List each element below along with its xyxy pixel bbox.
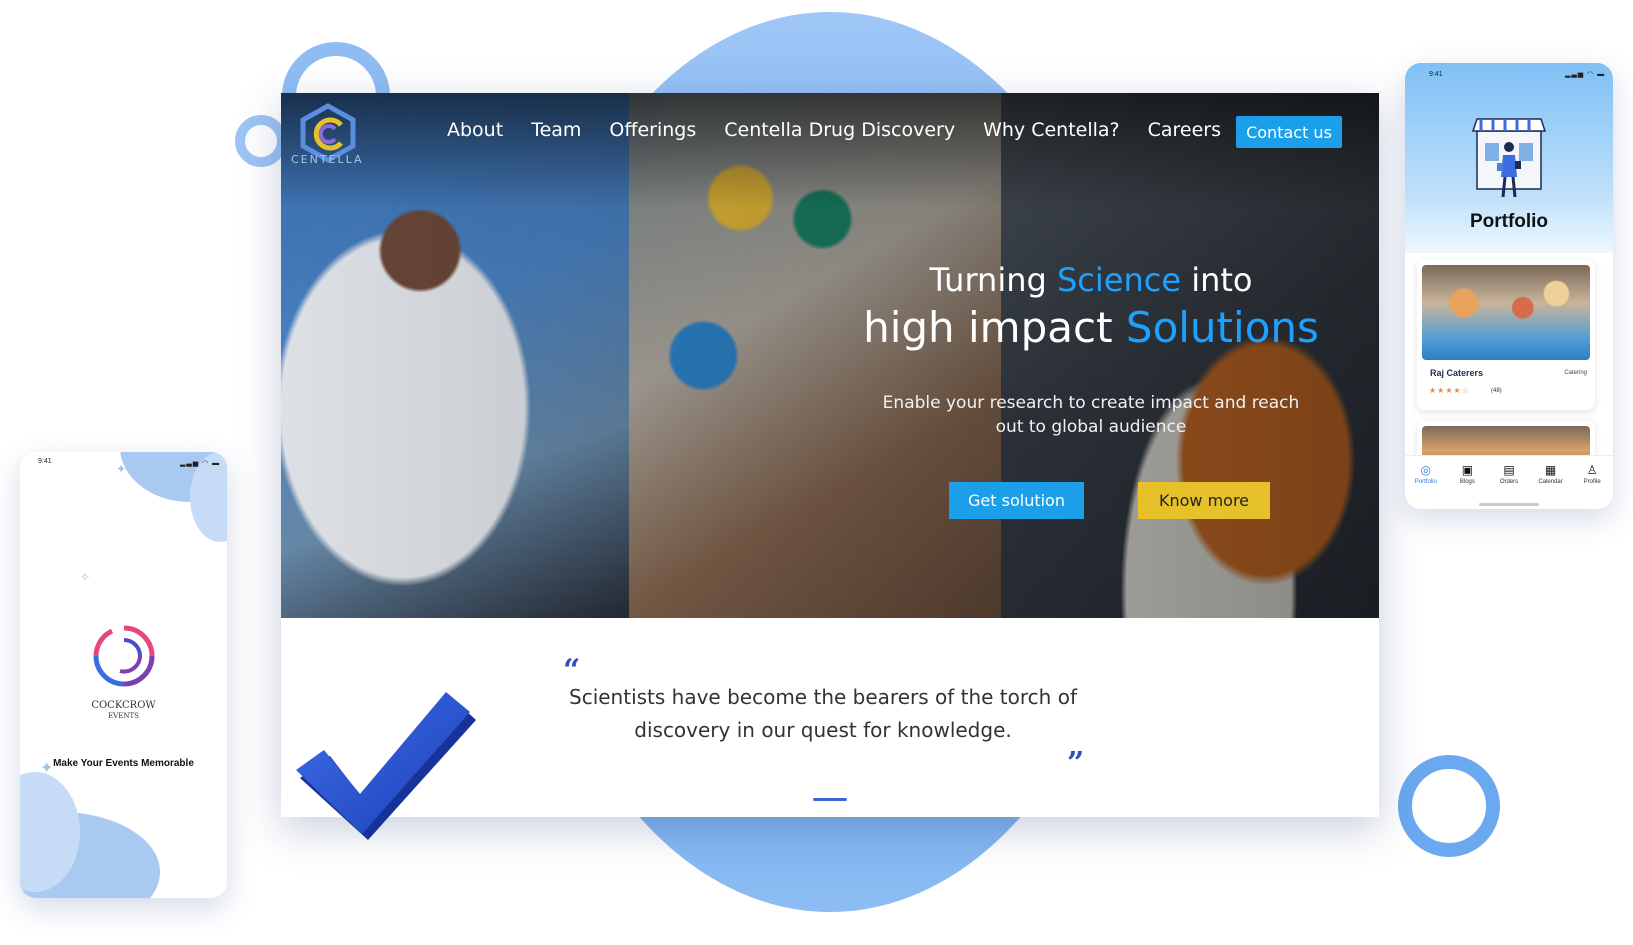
headline-line-1: Turning Science into xyxy=(841,261,1341,299)
brand-name: COCKCROW xyxy=(91,700,156,711)
nav-drug-discovery[interactable]: Centella Drug Discovery xyxy=(724,119,955,141)
hero-overlay xyxy=(281,93,1379,618)
phone-events-app: 9:41 ▂▃▅ ◠ ▬ ✦ ✧ ✦ COCKCROW EVENTS Make … xyxy=(20,452,227,898)
nav-careers[interactable]: Careers xyxy=(1148,119,1221,141)
status-time: 9:41 xyxy=(1429,71,1443,78)
blogs-icon: ▣ xyxy=(1461,463,1474,477)
headline-line-2: high impact Solutions xyxy=(841,303,1341,352)
calendar-icon: ▦ xyxy=(1544,463,1557,477)
rating-count: (48) xyxy=(1491,388,1502,394)
phone-portfolio-app: 9:41 ▂▃▅ ◠ ▬ Portfolio Raj Caterers Cate… xyxy=(1405,63,1613,509)
home-indicator xyxy=(1479,503,1539,506)
status-time: 9:41 xyxy=(38,458,52,465)
hero-headline: Turning Science into high impact Solutio… xyxy=(841,261,1341,352)
tab-label: Blogs xyxy=(1459,479,1475,485)
hero-subtext: Enable your research to create impact an… xyxy=(882,393,1300,437)
profile-icon: ♙ xyxy=(1586,463,1598,477)
bottom-tab-bar: ◎ Portfolio ▣ Blogs ▤ Orders ▦ Calendar … xyxy=(1405,455,1613,509)
headline-accent: Science xyxy=(1056,261,1182,299)
logo-text: CENTELLA xyxy=(291,153,364,166)
status-icons: ▂▃▅ ◠ ▬ xyxy=(180,460,221,467)
tab-portfolio[interactable]: ◎ Portfolio xyxy=(1406,464,1446,509)
nav-why-centella[interactable]: Why Centella? xyxy=(983,119,1120,141)
hero-section: CENTELLA About Team Offerings Centella D… xyxy=(281,93,1379,618)
card-title: Raj Caterers xyxy=(1430,368,1484,378)
card-image xyxy=(1422,265,1590,360)
card-category: Catering xyxy=(1564,370,1587,376)
cockcrow-logo-icon xyxy=(93,625,155,687)
know-more-button[interactable]: Know more xyxy=(1138,482,1270,519)
checkmark-icon xyxy=(296,692,476,840)
tab-label: Portfolio xyxy=(1414,479,1437,485)
get-solution-button[interactable]: Get solution xyxy=(949,482,1084,519)
headline-text: Turning xyxy=(929,261,1057,299)
decor-ring-right xyxy=(1398,755,1500,857)
decor-ring-small xyxy=(235,115,287,167)
carousel-indicator[interactable] xyxy=(813,798,847,801)
portfolio-card[interactable]: Raj Caterers Catering ★★★★☆ (48) xyxy=(1417,260,1595,410)
headline-accent: Solutions xyxy=(1125,303,1319,352)
tab-profile[interactable]: ♙ Profile xyxy=(1572,464,1612,509)
sparkle-icon: ✦ xyxy=(116,462,127,476)
headline-text: high impact xyxy=(863,303,1126,352)
nav-offerings[interactable]: Offerings xyxy=(609,119,696,141)
tab-label: Orders xyxy=(1499,479,1519,485)
status-icons: ▂▃▅ ◠ ▬ xyxy=(1565,71,1606,78)
quote-text: Scientists have become the bearers of th… xyxy=(569,685,1077,742)
page-title: Portfolio xyxy=(1469,211,1549,232)
tab-label: Calendar xyxy=(1538,479,1563,485)
tagline: Make Your Events Memorable xyxy=(53,758,194,769)
brand-subname: EVENTS xyxy=(108,712,139,720)
quote-close-icon: ” xyxy=(1067,746,1085,781)
rating-stars: ★★★★☆ xyxy=(1429,386,1470,395)
contact-us-button[interactable]: Contact us xyxy=(1236,116,1342,148)
nav-team[interactable]: Team xyxy=(531,119,581,141)
headline-text: into xyxy=(1181,261,1253,299)
portfolio-icon: ◎ xyxy=(1420,463,1432,477)
sparkle-icon: ✧ xyxy=(80,570,91,584)
shop-illustration-icon xyxy=(1471,118,1547,198)
tab-label: Profile xyxy=(1583,479,1601,485)
orders-icon: ▤ xyxy=(1503,463,1515,477)
main-nav: About Team Offerings Centella Drug Disco… xyxy=(447,119,1221,141)
nav-about[interactable]: About xyxy=(447,119,503,141)
